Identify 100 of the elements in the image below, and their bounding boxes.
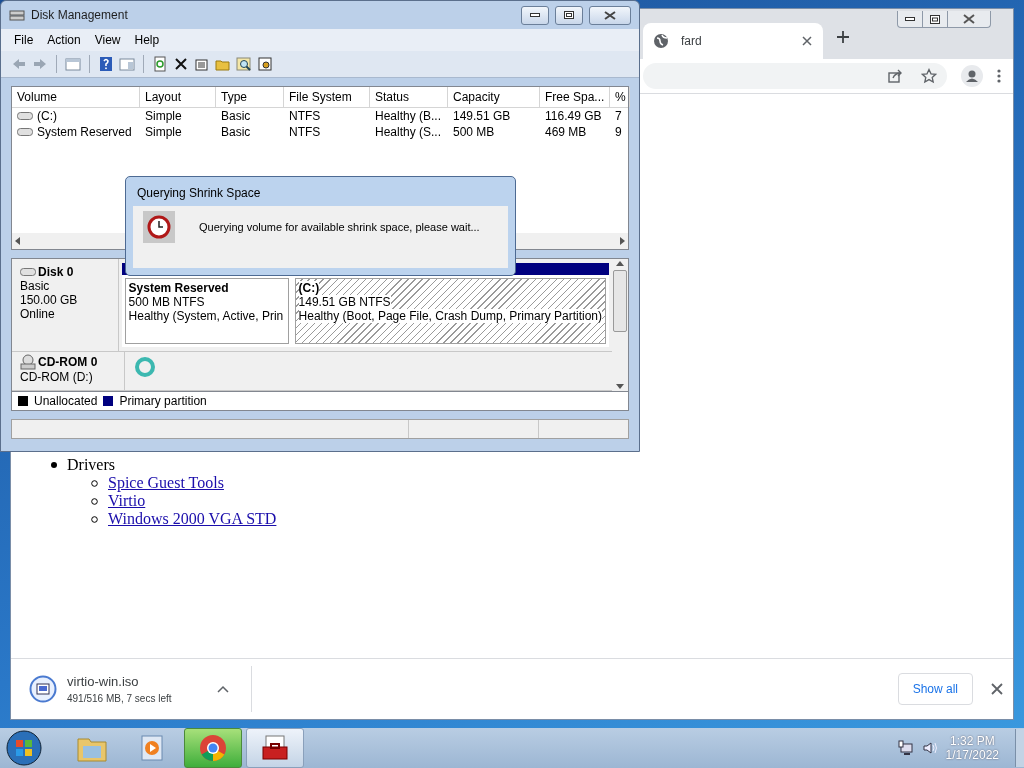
table-cell: System Reserved xyxy=(37,125,132,139)
partition-size: 500 MB NTFS xyxy=(128,295,205,309)
close-icon[interactable] xyxy=(801,35,813,47)
refresh-icon[interactable] xyxy=(152,56,168,72)
chevron-up-icon[interactable] xyxy=(217,685,229,693)
properties-icon[interactable] xyxy=(194,56,210,72)
legend-label: Unallocated xyxy=(34,394,98,408)
bullet-icon xyxy=(91,515,98,523)
taskbar-button[interactable] xyxy=(246,728,304,768)
disk-info: CD-ROM (D:) xyxy=(20,370,94,384)
table-cell-text: 116.49 GB xyxy=(544,108,603,124)
table-cell-text: 469 MB xyxy=(544,124,588,140)
drive-icon xyxy=(20,267,36,277)
disk-info: Online xyxy=(20,307,56,321)
minimize-button[interactable] xyxy=(521,5,549,25)
alarm-clock-icon xyxy=(143,211,175,243)
table-cell-text: 500 MB xyxy=(452,124,496,140)
bullet-icon xyxy=(51,462,57,468)
close-icon xyxy=(962,14,976,24)
close-icon xyxy=(604,10,616,20)
dialog-title: Querying Shrink Space xyxy=(136,185,262,202)
minimize-icon xyxy=(905,16,915,22)
table-cell-text: Healthy (S... xyxy=(374,124,443,140)
share-icon[interactable] xyxy=(887,68,903,84)
busy-cursor-icon xyxy=(134,356,156,378)
bullet-icon xyxy=(91,497,98,505)
table-cell: (C:) xyxy=(37,109,57,123)
restore-icon xyxy=(564,11,574,19)
maximize-button[interactable] xyxy=(555,5,583,25)
disk-name: CD-ROM 0 xyxy=(38,355,98,369)
scroll-up-icon xyxy=(616,261,624,266)
link[interactable]: Windows 2000 VGA STD xyxy=(108,510,277,528)
disk-management-icon xyxy=(9,7,25,23)
column-header[interactable]: File System xyxy=(284,87,370,107)
column-header[interactable]: Type xyxy=(216,87,284,107)
table-cell-text: Basic xyxy=(220,124,252,140)
table-cell-text: 149.51 GB xyxy=(452,108,512,124)
window-title: Disk Management xyxy=(31,8,129,22)
table-cell-text: NTFS xyxy=(288,124,322,140)
toolbox-icon xyxy=(260,734,290,762)
restore-icon xyxy=(930,14,940,24)
magnifier-icon[interactable] xyxy=(236,56,252,72)
download-filename: virtio-win.iso xyxy=(67,674,140,689)
table-cell-text: NTFS xyxy=(288,108,322,124)
column-header[interactable]: Status xyxy=(370,87,448,107)
column-header[interactable]: Volume xyxy=(12,87,140,107)
menu-item[interactable]: Action xyxy=(42,31,86,49)
download-status: 491/516 MB, 7 secs left xyxy=(67,693,173,704)
partition-size: 149.51 GB NTFS xyxy=(298,295,391,309)
link[interactable]: Virtio xyxy=(108,492,146,510)
drive-icon xyxy=(17,111,33,121)
disk-name: Disk 0 xyxy=(38,265,74,279)
browser-icon xyxy=(199,734,227,762)
menu-icon[interactable] xyxy=(997,68,1001,84)
minimize-icon xyxy=(530,12,540,18)
help-icon[interactable] xyxy=(98,56,114,72)
column-header[interactable]: % xyxy=(610,87,630,107)
disc-image-icon xyxy=(29,675,57,703)
table-cell-text: Simple xyxy=(144,124,183,140)
bullet-icon xyxy=(91,479,98,487)
table-cell-text: Simple xyxy=(144,108,183,124)
disk-info: 150.00 GB xyxy=(20,293,79,307)
legend-label: Primary partition xyxy=(119,394,207,408)
table-cell-text: Basic xyxy=(220,108,252,124)
list-item: Drivers xyxy=(67,456,115,474)
close-button[interactable] xyxy=(589,5,631,25)
partition-status: Healthy (Boot, Page File, Crash Dump, Primary Partition) xyxy=(298,309,602,323)
dialog-message: Querying volume for available shrink space, please wait... xyxy=(199,221,480,233)
show-all-button[interactable]: Show all xyxy=(897,673,973,705)
menu-item[interactable]: File xyxy=(9,31,39,49)
new-tab-icon[interactable] xyxy=(835,29,851,45)
speaker-icon[interactable] xyxy=(921,740,938,756)
scroll-right-icon xyxy=(619,237,625,245)
column-header[interactable]: Capacity xyxy=(448,87,540,107)
tab-title: fard xyxy=(681,34,703,48)
profile-icon[interactable] xyxy=(961,65,983,87)
delete-icon[interactable] xyxy=(173,56,189,72)
drive-icon xyxy=(17,127,33,137)
scroll-left-icon xyxy=(15,237,21,245)
scroll-down-icon xyxy=(616,384,624,389)
table-cell-text: Healthy (B... xyxy=(374,108,443,124)
menu-item[interactable]: View xyxy=(89,31,126,49)
star-icon[interactable] xyxy=(921,68,937,84)
disk-info: Basic xyxy=(20,279,51,293)
partition-name: System Reserved xyxy=(128,281,229,295)
vertical-scrollbar[interactable] xyxy=(612,259,628,391)
partition-status: Healthy (System, Active, Prin xyxy=(128,309,284,323)
menu-item[interactable]: Help xyxy=(129,31,165,49)
link[interactable]: Spice Guest Tools xyxy=(108,474,224,492)
start-button-icon[interactable] xyxy=(4,729,44,767)
close-icon[interactable] xyxy=(991,683,1003,695)
column-header[interactable]: Free Spa... xyxy=(540,87,610,107)
table-cell-text: 7 xyxy=(614,108,623,124)
network-icon[interactable] xyxy=(897,740,914,756)
browser-tab[interactable]: fard xyxy=(643,23,823,59)
settings-icon[interactable] xyxy=(257,56,273,72)
partition-name: (C:) xyxy=(298,281,320,295)
table-cell-text: 9 xyxy=(614,124,623,140)
globe-icon xyxy=(653,33,669,49)
column-header[interactable]: Layout xyxy=(140,87,216,107)
